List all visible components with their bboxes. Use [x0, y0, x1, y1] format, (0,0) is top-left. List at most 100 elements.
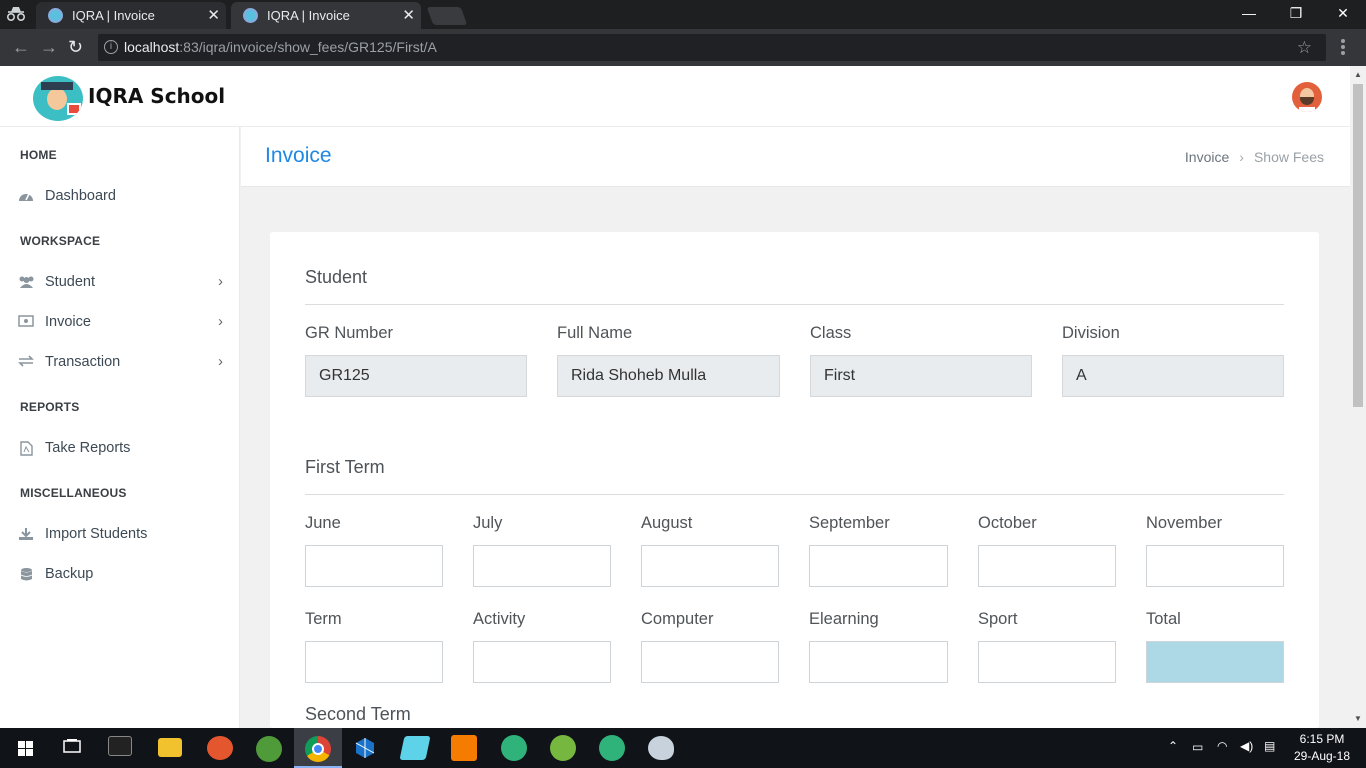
- address-bar[interactable]: i localhost:83/iqra/invoice/show_fees/GR…: [98, 34, 1326, 61]
- scroll-up-arrow-icon[interactable]: ▲: [1354, 70, 1362, 79]
- chevron-right-icon[interactable]: ›: [218, 267, 223, 297]
- close-tab-icon[interactable]: ✕: [207, 2, 220, 29]
- show-hidden-icons-icon[interactable]: ⌃: [1168, 739, 1178, 753]
- system-clock[interactable]: 6:15 PM 29-Aug-18: [1290, 731, 1354, 765]
- sport-label: Sport: [978, 610, 1018, 628]
- gr-number-field[interactable]: GR125: [305, 355, 527, 397]
- virtualbox-icon[interactable]: [353, 736, 377, 760]
- september-fee-input[interactable]: [809, 545, 948, 587]
- utorrent-icon[interactable]: [550, 735, 576, 761]
- pdf-file-icon: [18, 441, 34, 456]
- sidebar-item-dashboard[interactable]: Dashboard: [0, 181, 240, 211]
- windows-taskbar: ⌃ ▭ ◠ ◀) ▤ 6:15 PM 29-Aug-18: [0, 728, 1366, 768]
- reload-icon[interactable]: ↻: [68, 37, 83, 58]
- chevron-right-icon[interactable]: ›: [218, 307, 223, 337]
- total-fee-input[interactable]: [1146, 641, 1284, 683]
- user-avatar[interactable]: [1292, 82, 1322, 112]
- november-label: November: [1146, 514, 1223, 532]
- sidebar-item-label: Dashboard: [45, 188, 116, 204]
- clock-date: 29-Aug-18: [1293, 749, 1351, 763]
- october-label: October: [978, 514, 1037, 532]
- sidebar-item-label: Backup: [45, 566, 94, 582]
- xampp-icon[interactable]: [451, 735, 477, 761]
- school-logo[interactable]: [33, 76, 83, 121]
- site-favicon-icon: [48, 8, 63, 23]
- activity-fee-input[interactable]: [473, 641, 611, 683]
- windows-start-icon[interactable]: [14, 734, 42, 762]
- new-tab-button[interactable]: [426, 7, 468, 25]
- june-fee-input[interactable]: [305, 545, 443, 587]
- sidebar-item-label: Import Students: [45, 526, 148, 542]
- june-label: June: [305, 514, 341, 532]
- scroll-down-arrow-icon[interactable]: ▼: [1354, 714, 1362, 723]
- file-explorer-icon[interactable]: [158, 738, 182, 757]
- minimize-button[interactable]: —: [1226, 0, 1272, 29]
- first-term-section-title: First Term: [305, 457, 385, 477]
- globe-app-icon[interactable]: [256, 736, 282, 762]
- forward-arrow-icon[interactable]: →: [40, 37, 58, 58]
- sidebar-section-title: REPORTS: [20, 400, 80, 414]
- november-fee-input[interactable]: [1146, 545, 1284, 587]
- july-fee-input[interactable]: [473, 545, 611, 587]
- task-view-icon[interactable]: [60, 734, 88, 762]
- sidebar: HOME Dashboard WORKSPACE Student › Invoi…: [0, 127, 240, 728]
- back-arrow-icon[interactable]: ←: [12, 37, 30, 58]
- clock-time: 6:15 PM: [1299, 732, 1345, 746]
- paint-icon[interactable]: [648, 736, 674, 760]
- sidebar-item-import-students[interactable]: Import Students: [0, 519, 240, 549]
- full-name-field[interactable]: Rida Shoheb Mulla: [557, 355, 780, 397]
- elearning-fee-input[interactable]: [809, 641, 948, 683]
- sidebar-item-backup[interactable]: Backup: [0, 559, 240, 589]
- ccleaner-icon[interactable]: [207, 736, 233, 760]
- sidebar-item-invoice[interactable]: Invoice ›: [0, 307, 240, 337]
- sidebar-item-label: Take Reports: [45, 440, 131, 456]
- dashboard-icon: [18, 189, 34, 203]
- restore-button[interactable]: ❐: [1273, 0, 1319, 29]
- close-tab-icon[interactable]: ✕: [402, 2, 415, 29]
- division-field[interactable]: A: [1062, 355, 1284, 397]
- sidebar-item-student[interactable]: Student ›: [0, 267, 240, 297]
- browser-tab[interactable]: IQRA | Invoice ✕: [36, 2, 226, 29]
- chevron-right-icon[interactable]: ›: [218, 347, 223, 377]
- browser-menu-icon[interactable]: [1336, 37, 1350, 57]
- notes-app-icon[interactable]: [399, 736, 431, 760]
- sidebar-item-label: Invoice: [45, 314, 91, 330]
- invoice-card: Student GR Number Full Name Class Divisi…: [270, 232, 1319, 728]
- breadcrumb-link-invoice[interactable]: Invoice: [1185, 149, 1229, 165]
- sidebar-item-transaction[interactable]: Transaction ›: [0, 347, 240, 377]
- july-label: July: [473, 514, 503, 532]
- scrollbar-thumb[interactable]: [1353, 84, 1363, 407]
- august-fee-input[interactable]: [641, 545, 779, 587]
- site-info-icon[interactable]: i: [104, 40, 118, 54]
- computer-fee-input[interactable]: [641, 641, 779, 683]
- term-fee-input[interactable]: [305, 641, 443, 683]
- breadcrumb: Invoice › Show Fees: [1185, 149, 1324, 165]
- volume-icon[interactable]: ◀): [1240, 739, 1253, 753]
- august-label: August: [641, 514, 693, 532]
- browser-toolbar: ← → ↻ i localhost:83/iqra/invoice/show_f…: [0, 29, 1366, 66]
- sidebar-item-take-reports[interactable]: Take Reports: [0, 433, 240, 463]
- sport-fee-input[interactable]: [978, 641, 1116, 683]
- elearning-label: Elearning: [809, 610, 879, 628]
- page-scrollbar[interactable]: ▲ ▼: [1350, 66, 1366, 728]
- browser-tab-bar: IQRA | Invoice ✕ IQRA | Invoice ✕ — ❐ ✕: [0, 0, 1366, 29]
- close-window-button[interactable]: ✕: [1320, 0, 1366, 29]
- download-icon: [18, 527, 34, 541]
- tab-title: IQRA | Invoice: [267, 8, 350, 23]
- keyboard-icon[interactable]: ▤: [1264, 739, 1275, 753]
- command-prompt-icon[interactable]: [108, 736, 132, 756]
- atom-editor-icon-2[interactable]: [599, 735, 625, 761]
- tab-title: IQRA | Invoice: [72, 8, 155, 23]
- divider: [305, 494, 1284, 495]
- chrome-icon[interactable]: [305, 736, 331, 762]
- url-path: :83/iqra/invoice/show_fees/GR125/First/A: [179, 39, 437, 55]
- app-header: IQRA School: [0, 66, 1350, 127]
- wifi-icon[interactable]: ◠: [1217, 739, 1227, 753]
- browser-tab-active[interactable]: IQRA | Invoice ✕: [231, 2, 421, 29]
- bookmark-star-icon[interactable]: ☆: [1297, 34, 1312, 61]
- brand-name[interactable]: IQRA School: [88, 84, 225, 108]
- atom-editor-icon[interactable]: [501, 735, 527, 761]
- october-fee-input[interactable]: [978, 545, 1116, 587]
- battery-icon[interactable]: ▭: [1192, 740, 1203, 754]
- class-field[interactable]: First: [810, 355, 1032, 397]
